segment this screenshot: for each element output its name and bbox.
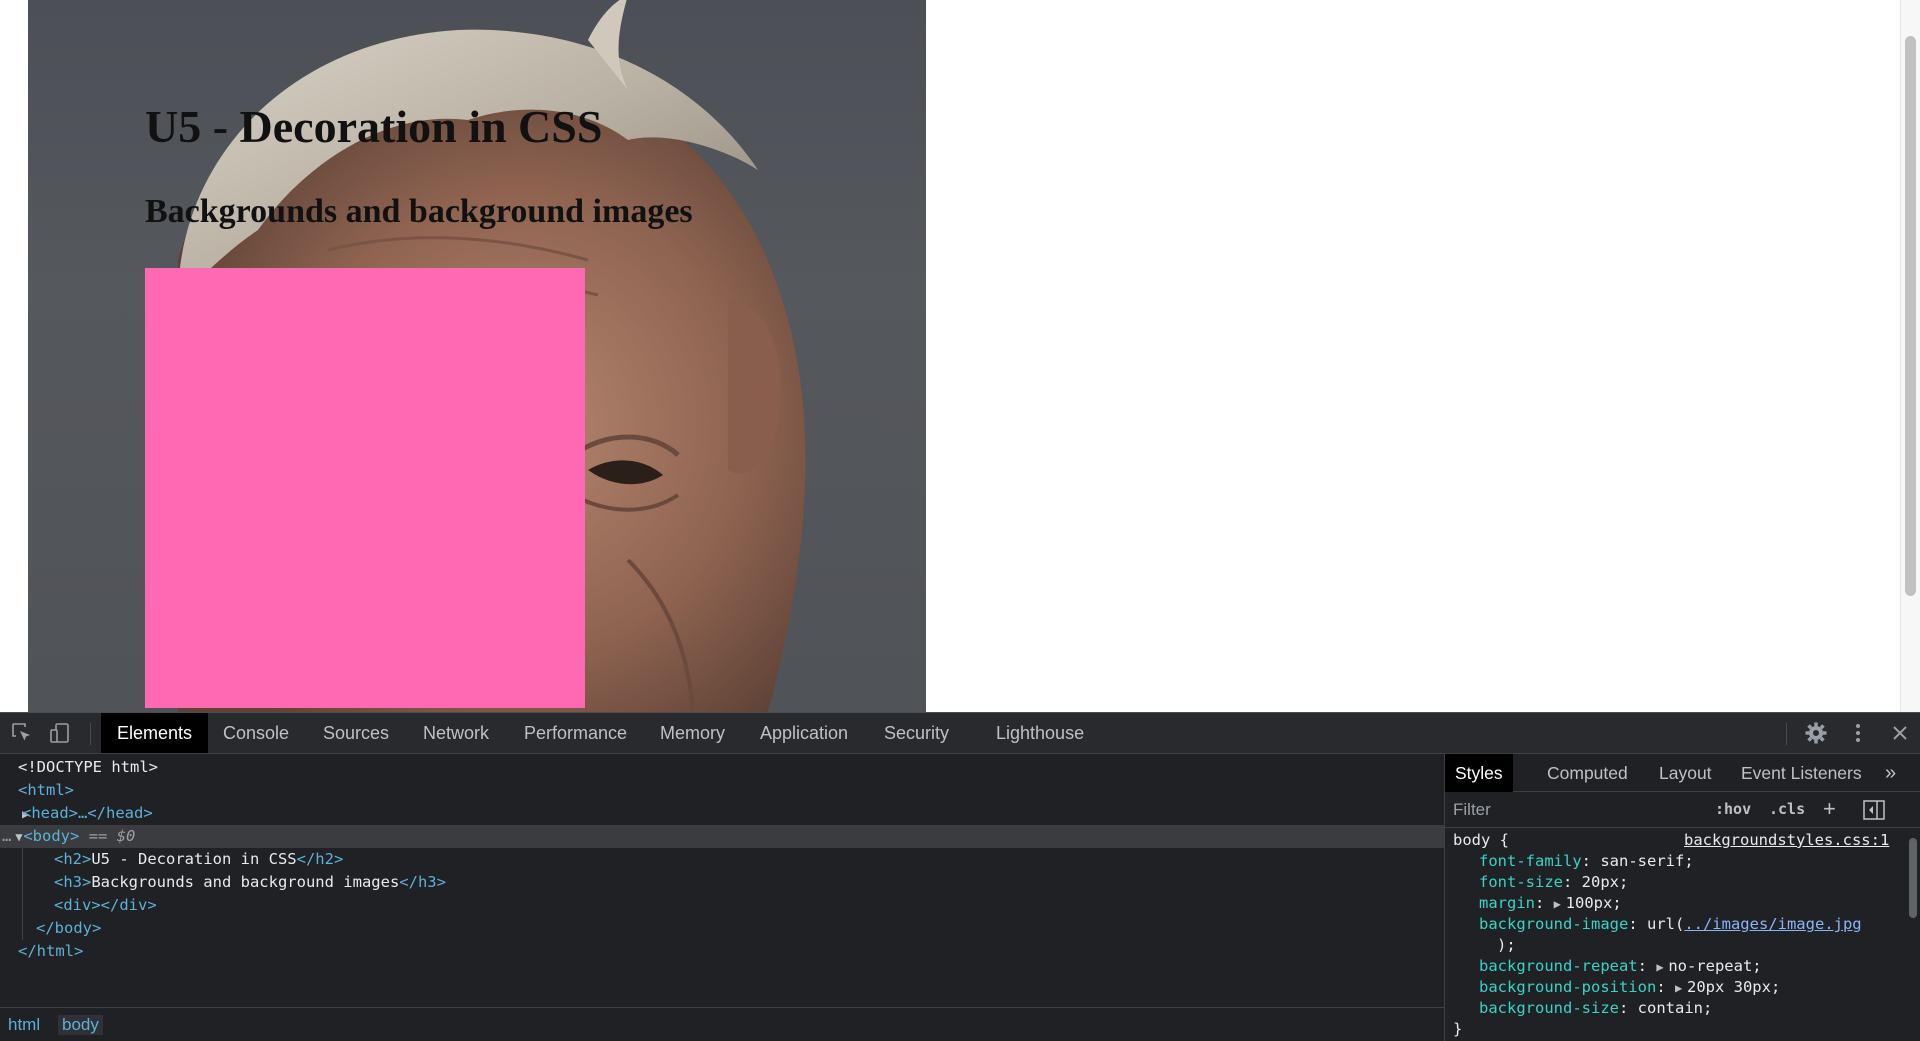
tab-network[interactable]: Network — [407, 713, 505, 753]
decl-background-image[interactable]: background-image: url(../images/image.jp… — [1479, 914, 1862, 935]
tab-application[interactable]: Application — [744, 713, 864, 753]
dom-node-body-close[interactable]: </body> — [0, 917, 1444, 940]
styles-filter-input[interactable] — [1453, 797, 1699, 823]
rule-selector[interactable]: body { — [1453, 830, 1509, 851]
expand-triangle-icon: ▶ — [1553, 897, 1561, 911]
dom-node-html-close[interactable]: </html> — [0, 940, 1444, 963]
body-close-tag: </body> — [36, 919, 102, 937]
devtools-toolbar: Elements Console Sources Network Perform… — [0, 713, 1920, 754]
expand-triangle-icon: ▶ — [1674, 981, 1683, 995]
gear-icon[interactable] — [1804, 721, 1828, 745]
html-close-tag: </html> — [18, 942, 84, 960]
breadcrumb: html body — [0, 1007, 1444, 1041]
tab-console[interactable]: Console — [207, 713, 305, 753]
more-tabs-chevron-icon[interactable]: » — [1875, 754, 1906, 792]
cls-toggle[interactable]: .cls — [1769, 800, 1805, 818]
devtools-panel: Elements Console Sources Network Perform… — [0, 712, 1920, 1041]
toolbar-separator — [1786, 723, 1787, 745]
h2-close-tag: </h2> — [296, 850, 344, 868]
expand-triangle-icon: ▶ — [1656, 960, 1664, 974]
ellipsis-icon[interactable]: … — [0, 827, 11, 845]
more-options-icon[interactable] — [1846, 721, 1870, 745]
hov-toggle[interactable]: :hov — [1715, 800, 1751, 818]
elements-dom-tree: <!DOCTYPE html> <html> ▶<head>…</head> …… — [0, 754, 1444, 1041]
dom-node-body-selected[interactable]: … ▼<body> == $0 — [0, 825, 1444, 848]
image-url-link[interactable]: ../images/image.jpg — [1684, 915, 1861, 933]
styles-scrollbar[interactable] — [1906, 830, 1920, 1041]
rule-close-brace: } — [1453, 1020, 1463, 1038]
dom-node-div[interactable]: <div></div> — [0, 894, 1444, 917]
toggle-sidebar-icon[interactable] — [1863, 800, 1885, 820]
dom-node-h2[interactable]: <h2>U5 - Decoration in CSS</h2> — [0, 848, 1444, 871]
dom-node-doctype[interactable]: <!DOCTYPE html> — [0, 756, 1444, 779]
toolbar-separator — [90, 723, 91, 745]
tab-lighthouse[interactable]: Lighthouse — [980, 713, 1100, 753]
body-open-tag: <body> — [23, 827, 80, 845]
selected-marker: == $0 — [88, 827, 136, 845]
styles-tabbar: Styles Computed Layout Event Listeners » — [1445, 754, 1920, 792]
div-tag: <div></div> — [54, 896, 157, 914]
tab-computed[interactable]: Computed — [1537, 754, 1638, 792]
h3-text: Backgrounds and background images — [91, 873, 400, 891]
decl-background-repeat[interactable]: background-repeat: ▶ no-repeat; — [1479, 956, 1762, 977]
device-toolbar-icon[interactable] — [48, 721, 72, 745]
h3-close-tag: </h3> — [399, 873, 446, 891]
tab-security[interactable]: Security — [868, 713, 965, 753]
tab-memory[interactable]: Memory — [644, 713, 741, 753]
h3-open-tag: <h3> — [54, 873, 92, 891]
dom-node-html[interactable]: <html> — [0, 779, 1444, 802]
page-viewport: U5 - Decoration in CSS Backgrounds and b… — [0, 0, 1920, 712]
tab-event-listeners[interactable]: Event Listeners — [1731, 754, 1872, 792]
page-scrollbar-thumb[interactable] — [1905, 36, 1916, 596]
tab-performance[interactable]: Performance — [508, 713, 643, 753]
new-style-rule-icon[interactable]: + — [1823, 796, 1836, 822]
decl-margin[interactable]: margin: ▶ 100px; — [1479, 893, 1622, 914]
tree-guide-line — [22, 848, 23, 940]
tab-styles[interactable]: Styles — [1445, 754, 1513, 792]
dom-node-h3[interactable]: <h3>Backgrounds and background images</h… — [0, 871, 1444, 894]
html-open-tag: <html> — [18, 781, 74, 799]
expand-triangle-icon[interactable]: ▶ — [0, 803, 29, 826]
rule-source-link[interactable]: backgroundstyles.css:1 — [1684, 830, 1889, 851]
head-collapsed-tag: <head>…</head> — [22, 804, 153, 822]
close-icon[interactable] — [1888, 721, 1912, 745]
page-scrollbar[interactable] — [1900, 0, 1920, 712]
styles-scrollbar-thumb[interactable] — [1909, 838, 1917, 918]
doctype-text: <!DOCTYPE html> — [18, 758, 158, 776]
decl-background-position[interactable]: background-position: ▶ 20px 30px; — [1479, 977, 1780, 998]
pink-div-box — [145, 268, 585, 708]
styles-sidebar: Styles Computed Layout Event Listeners »… — [1444, 754, 1920, 1041]
breadcrumb-html[interactable]: html — [4, 1015, 44, 1035]
tab-sources[interactable]: Sources — [307, 713, 405, 753]
tab-elements[interactable]: Elements — [101, 713, 209, 753]
page-heading-h3: Backgrounds and background images — [145, 193, 693, 230]
styles-filter-row: :hov .cls + — [1445, 792, 1920, 828]
h2-open-tag: <h2> — [54, 850, 92, 868]
dom-node-head[interactable]: ▶<head>…</head> — [0, 802, 1444, 825]
collapse-triangle-icon[interactable]: ▼ — [11, 826, 23, 849]
h2-text: U5 - Decoration in CSS — [91, 850, 297, 868]
decl-font-family[interactable]: font-family: san-serif; — [1479, 851, 1694, 872]
breadcrumb-body[interactable]: body — [58, 1015, 103, 1035]
tab-layout[interactable]: Layout — [1649, 754, 1722, 792]
inspect-element-icon[interactable] — [10, 721, 34, 745]
decl-background-size[interactable]: background-size: contain; — [1479, 998, 1712, 1019]
decl-font-size[interactable]: font-size: 20px; — [1479, 872, 1628, 893]
decl-background-image-suffix: ); — [1497, 936, 1516, 954]
page-heading-h2: U5 - Decoration in CSS — [145, 101, 603, 152]
